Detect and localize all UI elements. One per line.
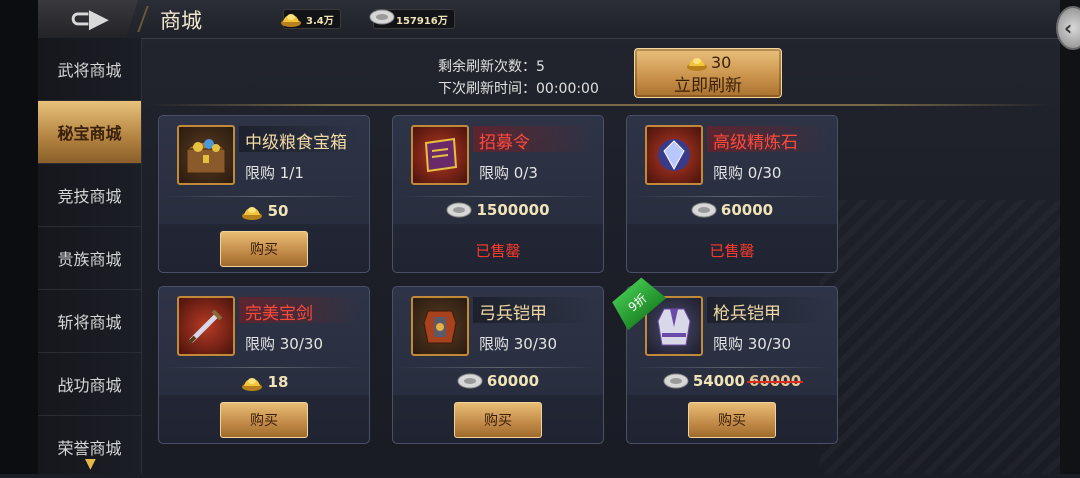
- original-price: 60000: [746, 372, 804, 390]
- sidebar-item-label: 秘宝商城: [57, 124, 122, 143]
- sidebar-item-treasure-shop[interactable]: 秘宝商城: [38, 101, 141, 164]
- sword-icon[interactable]: [177, 296, 235, 356]
- silver-resource: 157916万: [369, 8, 455, 30]
- shop-sidebar: 武将商城 秘宝商城 竞技商城 贵族商城 斩将商城 战功商城 荣誉商城: [38, 38, 142, 474]
- refresh-remaining: 剩余刷新次数：5: [438, 59, 545, 75]
- silver-coin-icon: [446, 202, 472, 218]
- shop-item-card: 弓兵铠甲 限购 30/30 60000 购买: [392, 286, 604, 444]
- divider: [150, 104, 1050, 106]
- page-title: 商城: [160, 9, 202, 33]
- buy-button[interactable]: 购买: [454, 402, 542, 438]
- sidebar-item-general-shop[interactable]: 武将商城: [38, 38, 141, 101]
- item-name: 高级精炼石: [713, 133, 798, 153]
- item-name: 弓兵铠甲: [479, 304, 547, 324]
- left-edge: [0, 0, 38, 474]
- price-value: 54000: [692, 372, 745, 390]
- item-price: 50: [159, 201, 369, 221]
- item-name: 招募令: [479, 133, 530, 153]
- sidebar-item-arena-shop[interactable]: 竞技商城: [38, 164, 141, 227]
- gold-amount: 3.4万: [306, 15, 334, 27]
- item-price: 60000: [393, 372, 603, 390]
- back-arrow-icon: ⊂▶: [69, 4, 109, 34]
- silver-coin-icon: [369, 9, 395, 25]
- item-price: 60000: [627, 201, 837, 219]
- sidebar-item-label: 战功商城: [57, 376, 122, 395]
- sidebar-item-merit-shop[interactable]: 战功商城: [38, 353, 141, 416]
- gold-ingot-icon: [281, 14, 301, 27]
- buy-button[interactable]: 购买: [220, 402, 308, 438]
- item-price: 1500000: [393, 201, 603, 219]
- price-value: 60000: [486, 372, 540, 390]
- refresh-next-time: 下次刷新时间：00:00:00: [438, 81, 599, 97]
- item-name: 完美宝剑: [245, 304, 313, 324]
- refresh-button-label: 立即刷新: [674, 76, 742, 96]
- refresh-cost: 30: [711, 52, 732, 72]
- chevron-down-icon[interactable]: ▼: [85, 456, 96, 472]
- sidebar-item-noble-shop[interactable]: 贵族商城: [38, 227, 141, 290]
- silver-amount: 157916万: [396, 15, 448, 27]
- item-limit: 限购 0/3: [479, 164, 538, 182]
- item-price: 54000 60000: [627, 372, 837, 390]
- silver-coin-icon: [663, 373, 689, 389]
- item-price: 18: [159, 372, 369, 392]
- refresh-info: 剩余刷新次数：5 下次刷新时间：00:00:00: [438, 56, 599, 100]
- recruit-token-icon[interactable]: [411, 125, 469, 185]
- item-limit: 限购 30/30: [713, 335, 791, 353]
- shop-item-card: 招募令 限购 0/3 1500000 已售罄: [392, 115, 604, 273]
- refine-stone-icon[interactable]: [645, 125, 703, 185]
- chevron-left-icon: ‹: [1064, 16, 1073, 40]
- gold-ingot-icon: [241, 378, 262, 391]
- price-value: 50: [267, 202, 289, 220]
- item-name: 枪兵铠甲: [713, 304, 781, 324]
- price-value: 60000: [720, 201, 774, 219]
- item-limit: 限购 1/1: [245, 164, 304, 182]
- sidebar-item-slay-shop[interactable]: 斩将商城: [38, 290, 141, 353]
- silver-coin-icon: [691, 202, 717, 218]
- buy-button[interactable]: 购买: [220, 231, 308, 267]
- price-value: 1500000: [476, 201, 550, 219]
- gold-ingot-icon: [241, 207, 262, 220]
- archer-armor-icon[interactable]: [411, 296, 469, 356]
- item-limit: 限购 30/30: [245, 335, 323, 353]
- title-separator: [137, 6, 149, 32]
- item-name: 中级粮食宝箱: [245, 133, 347, 153]
- back-button[interactable]: ⊂▶: [38, 0, 138, 38]
- sold-out-label: 已售罄: [475, 242, 521, 260]
- sidebar-item-label: 斩将商城: [57, 313, 122, 332]
- treasure-chest-icon[interactable]: [177, 125, 235, 185]
- buy-button[interactable]: 购买: [688, 402, 776, 438]
- right-edge: [1060, 0, 1080, 474]
- background-city-art: [820, 200, 1080, 474]
- shop-item-card: 完美宝剑 限购 30/30 18 购买: [158, 286, 370, 444]
- sold-out-label: 已售罄: [709, 242, 755, 260]
- shop-item-card: 高级精炼石 限购 0/30 60000 已售罄: [626, 115, 838, 273]
- shop-item-card: 枪兵铠甲 限购 30/30 54000 60000 购买: [626, 286, 838, 444]
- item-limit: 限购 0/30: [713, 164, 782, 182]
- top-bar: ⊂▶ 商城 3.4万 157916万: [38, 0, 1060, 39]
- price-value: 18: [267, 373, 289, 391]
- shop-item-card: 中级粮食宝箱 限购 1/1 50 购买: [158, 115, 370, 273]
- refresh-now-button[interactable]: 30 立即刷新: [634, 48, 782, 98]
- sidebar-item-label: 竞技商城: [57, 187, 122, 206]
- sidebar-item-label: 贵族商城: [57, 250, 122, 269]
- silver-coin-icon: [457, 373, 483, 389]
- sidebar-item-label: 武将商城: [57, 61, 122, 80]
- gold-resource: 3.4万: [281, 8, 341, 30]
- gold-ingot-icon: [687, 58, 707, 71]
- item-limit: 限购 30/30: [479, 335, 557, 353]
